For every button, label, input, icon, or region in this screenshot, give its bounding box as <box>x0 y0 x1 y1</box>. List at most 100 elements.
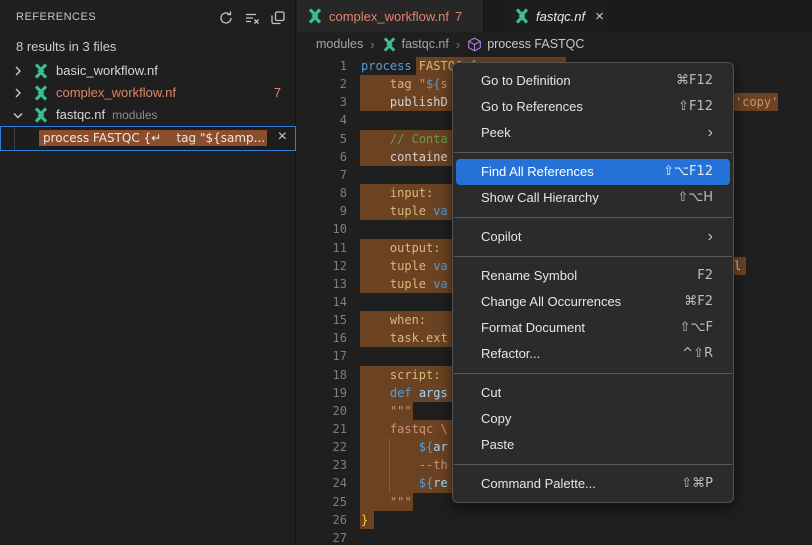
breadcrumb-item-process-fastqc[interactable]: process FASTQC <box>467 37 584 52</box>
nextflow-icon <box>307 8 323 24</box>
menu-item-copy[interactable]: Copy <box>456 406 730 432</box>
copy-all-icon[interactable] <box>269 9 287 27</box>
menu-item-peek[interactable]: Peek › <box>456 120 730 146</box>
menu-item-copilot[interactable]: Copilot › <box>456 224 730 250</box>
file-label: complex_workflow.nf <box>56 85 176 100</box>
menu-item-label: Go to References <box>481 94 678 120</box>
line-number: 18 <box>297 366 347 384</box>
code-line: // Conta <box>361 130 448 148</box>
code-line-fragment: l <box>734 257 741 275</box>
menu-item-cut[interactable]: Cut <box>456 380 730 406</box>
menu-item-label: Rename Symbol <box>481 263 697 289</box>
breadcrumb-item-modules[interactable]: modules <box>316 37 363 51</box>
code-line: tuple va <box>361 275 448 293</box>
code-line-fragment: 'copy' <box>735 93 778 111</box>
code-line: script: <box>361 366 440 384</box>
code-line: } <box>361 511 368 529</box>
nextflow-icon <box>33 85 49 101</box>
code-line: fastqc \ <box>361 420 448 438</box>
menu-item-shortcut: ⇧⌥H <box>677 185 713 211</box>
menu-item-shortcut: ⇧⌘P <box>681 471 713 497</box>
reference-file-fastqc-nf[interactable]: fastqc.nfmodules <box>0 104 295 126</box>
menu-separator <box>454 217 732 218</box>
menu-item-label: Refactor... <box>481 341 682 367</box>
menu-item-go-to-definition[interactable]: Go to Definition ⌘F12 <box>456 68 730 94</box>
nextflow-icon <box>33 107 49 123</box>
menu-item-label: Cut <box>481 380 713 406</box>
menu-item-label: Go to Definition <box>481 68 676 94</box>
menu-item-label: Change All Occurrences <box>481 289 684 315</box>
line-number: 8 <box>297 184 347 202</box>
line-number: 17 <box>297 347 347 365</box>
menu-item-command-palette[interactable]: Command Palette... ⇧⌘P <box>456 471 730 497</box>
menu-separator <box>454 373 732 374</box>
chevron-right-icon[interactable] <box>10 63 26 79</box>
menu-item-label: Command Palette... <box>481 471 681 497</box>
code-line: input: <box>361 184 433 202</box>
menu-item-find-all-references[interactable]: Find All References ⇧⌥F12 <box>456 159 730 185</box>
result-count-badge: 7 <box>274 85 281 100</box>
menu-item-show-call-hierarchy[interactable]: Show Call Hierarchy ⇧⌥H <box>456 185 730 211</box>
reference-item-selected[interactable]: process FASTQC {↵ tag "${samp... × <box>0 126 296 151</box>
line-number: 7 <box>297 166 347 184</box>
code-line: --th <box>361 456 448 474</box>
line-number: 14 <box>297 293 347 311</box>
line-number: 24 <box>297 474 347 492</box>
chevron-down-icon[interactable] <box>10 107 26 123</box>
line-number: 22 <box>297 438 347 456</box>
menu-item-shortcut: ⇧⌥F <box>680 315 713 341</box>
submenu-arrow-icon: › <box>708 120 713 146</box>
refresh-icon[interactable] <box>217 9 235 27</box>
clear-all-icon[interactable] <box>243 9 261 27</box>
nextflow-icon <box>33 63 49 79</box>
menu-item-change-all-occurrences[interactable]: Change All Occurrences ⌘F2 <box>456 289 730 315</box>
menu-separator <box>454 152 732 153</box>
line-number: 10 <box>297 220 347 238</box>
menu-item-shortcut: ⌘F12 <box>676 68 713 94</box>
menu-item-refactor[interactable]: Refactor... ^⇧R <box>456 341 730 367</box>
menu-item-label: Find All References <box>481 159 663 185</box>
menu-item-label: Paste <box>481 432 713 458</box>
close-icon[interactable]: × <box>595 8 604 25</box>
tab-fastqc-nf[interactable]: fastqc.nf × <box>504 0 610 32</box>
tab-label: fastqc.nf <box>536 9 585 24</box>
panel-title: REFERENCES <box>16 11 96 23</box>
tab-complex-workflow-nf[interactable]: complex_workflow.nf 7 <box>297 0 484 32</box>
code-line: """ <box>361 402 412 420</box>
submenu-arrow-icon: › <box>708 224 713 250</box>
reference-file-complex-workflow-nf[interactable]: complex_workflow.nf 7 <box>0 82 295 104</box>
line-number: 25 <box>297 493 347 511</box>
indent-guide <box>14 127 15 150</box>
line-number: 12 <box>297 257 347 275</box>
code-line: tuple va <box>361 257 448 275</box>
menu-item-label: Copilot <box>481 224 708 250</box>
reference-snippet: process FASTQC {↵ tag "${samp... <box>39 130 267 146</box>
line-number: 15 <box>297 311 347 329</box>
vscode-window: REFERENCES <box>0 0 812 545</box>
menu-item-label: Copy <box>481 406 713 432</box>
line-number: 1 <box>297 57 347 75</box>
line-number: 21 <box>297 420 347 438</box>
reference-file-basic-workflow-nf[interactable]: basic_workflow.nf <box>0 60 295 82</box>
tab-bar: complex_workflow.nf 7 fastqc.nf × <box>297 0 812 32</box>
menu-item-paste[interactable]: Paste <box>456 432 730 458</box>
menu-item-label: Show Call Hierarchy <box>481 185 677 211</box>
results-summary: 8 results in 3 files <box>16 39 116 54</box>
menu-item-rename-symbol[interactable]: Rename Symbol F2 <box>456 263 730 289</box>
line-number: 16 <box>297 329 347 347</box>
menu-item-label: Peek <box>481 120 708 146</box>
line-number: 20 <box>297 402 347 420</box>
line-number: 23 <box>297 456 347 474</box>
code-line: containe <box>361 148 448 166</box>
menu-item-shortcut: F2 <box>697 263 713 289</box>
breadcrumb-separator-icon: › <box>456 37 460 52</box>
nextflow-icon <box>382 37 397 52</box>
line-number: 6 <box>297 148 347 166</box>
breadcrumb-item-fastqc-nf[interactable]: fastqc.nf <box>382 37 449 52</box>
menu-item-format-document[interactable]: Format Document ⇧⌥F <box>456 315 730 341</box>
menu-item-go-to-references[interactable]: Go to References ⇧F12 <box>456 94 730 120</box>
chevron-right-icon[interactable] <box>10 85 26 101</box>
close-icon[interactable]: × <box>278 128 287 146</box>
line-number: 4 <box>297 111 347 129</box>
code-line: when: <box>361 311 426 329</box>
